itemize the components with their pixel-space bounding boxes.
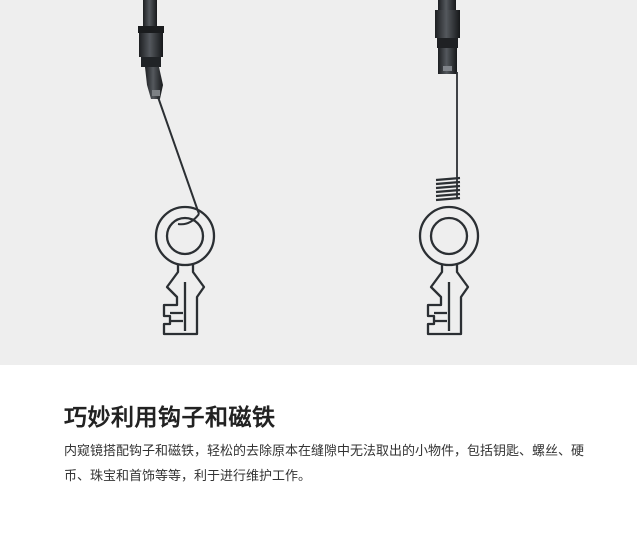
feature-description: 内窥镜搭配钩子和磁铁，轻松的去除原本在缝隙中无法取出的小物件，包括钥匙、螺丝、硬… [64,444,585,484]
illustration-svg [138,0,480,336]
page: 巧妙利用钩子和磁铁 内窥镜搭配钩子和磁铁，轻松的去除原本在缝隙中无法取出的小物件… [0,0,637,536]
key-icon [154,205,216,336]
endoscope-probe-right-icon [435,0,460,74]
feature-text: 巧妙利用钩子和磁铁 内窥镜搭配钩子和磁铁，轻松的去除原本在缝隙中无法取出的小物件… [0,365,637,536]
key-icon [418,205,480,336]
magnet-icon [435,72,461,202]
product-illustration [0,0,637,365]
hook-icon [157,96,200,226]
endoscope-probe-left-icon [138,0,164,99]
feature-title: 巧妙利用钩子和磁铁 [64,405,276,431]
